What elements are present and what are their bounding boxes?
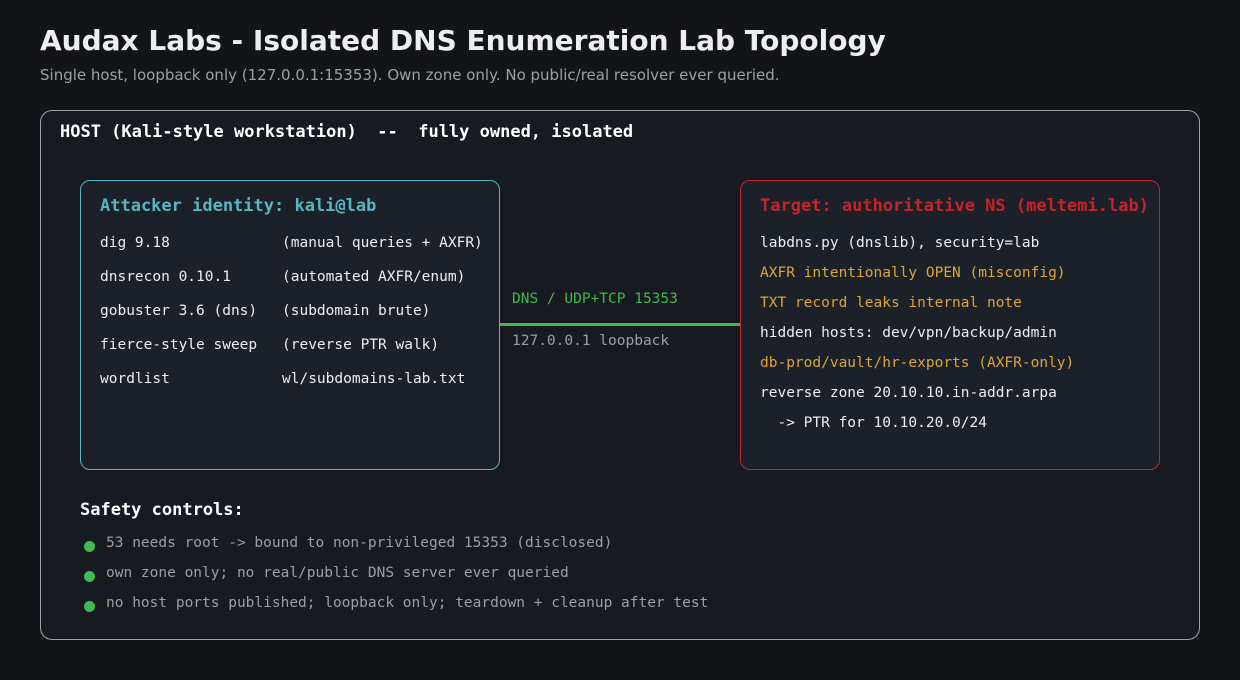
target-detail-warning: db-prod/vault/hr-exports (AXFR-only) [760, 355, 1075, 371]
target-detail: -> PTR for 10.10.20.0/24 [760, 415, 987, 431]
safety-item: own zone only; no real/public DNS server… [106, 565, 569, 581]
target-title: Target: authoritative NS (meltemi.lab) [760, 196, 1149, 216]
connection-transport-label: 127.0.0.1 loopback [512, 333, 670, 349]
attacker-title: Attacker identity: kali@lab [100, 196, 377, 216]
tool-description: (manual queries + AXFR) [282, 235, 483, 251]
target-detail-warning: AXFR intentionally OPEN (misconfig) [760, 265, 1066, 281]
tool-description: (reverse PTR walk) [282, 337, 440, 353]
bullet-dot-icon [84, 541, 95, 552]
safety-item: no host ports published; loopback only; … [106, 595, 709, 611]
bullet-dot-icon [84, 601, 95, 612]
tool-name: fierce-style sweep [100, 337, 258, 353]
tool-name: gobuster 3.6 (dns) [100, 303, 258, 319]
tool-name: wordlist [100, 371, 170, 387]
tool-description: (subdomain brute) [282, 303, 431, 319]
attacker-box [80, 180, 500, 470]
target-detail: hidden hosts: dev/vpn/backup/admin [760, 325, 1057, 341]
bullet-dot-icon [84, 571, 95, 582]
tool-description: wl/subdomains-lab.txt [282, 371, 466, 387]
page-subtitle: Single host, loopback only (127.0.0.1:15… [40, 66, 780, 84]
host-label: HOST (Kali-style workstation) -- fully o… [60, 122, 634, 142]
page-title: Audax Labs - Isolated DNS Enumeration La… [40, 24, 886, 57]
connection-protocol-label: DNS / UDP+TCP 15353 [512, 291, 678, 307]
target-detail: labdns.py (dnslib), security=lab [760, 235, 1040, 251]
target-detail-warning: TXT record leaks internal note [760, 295, 1022, 311]
safety-controls-title: Safety controls: [80, 500, 244, 520]
connection-line [500, 323, 740, 326]
tool-name: dnsrecon 0.10.1 [100, 269, 231, 285]
tool-description: (automated AXFR/enum) [282, 269, 466, 285]
safety-item: 53 needs root -> bound to non-privileged… [106, 535, 613, 551]
target-detail: reverse zone 20.10.10.in-addr.arpa [760, 385, 1057, 401]
tool-name: dig 9.18 [100, 235, 170, 251]
